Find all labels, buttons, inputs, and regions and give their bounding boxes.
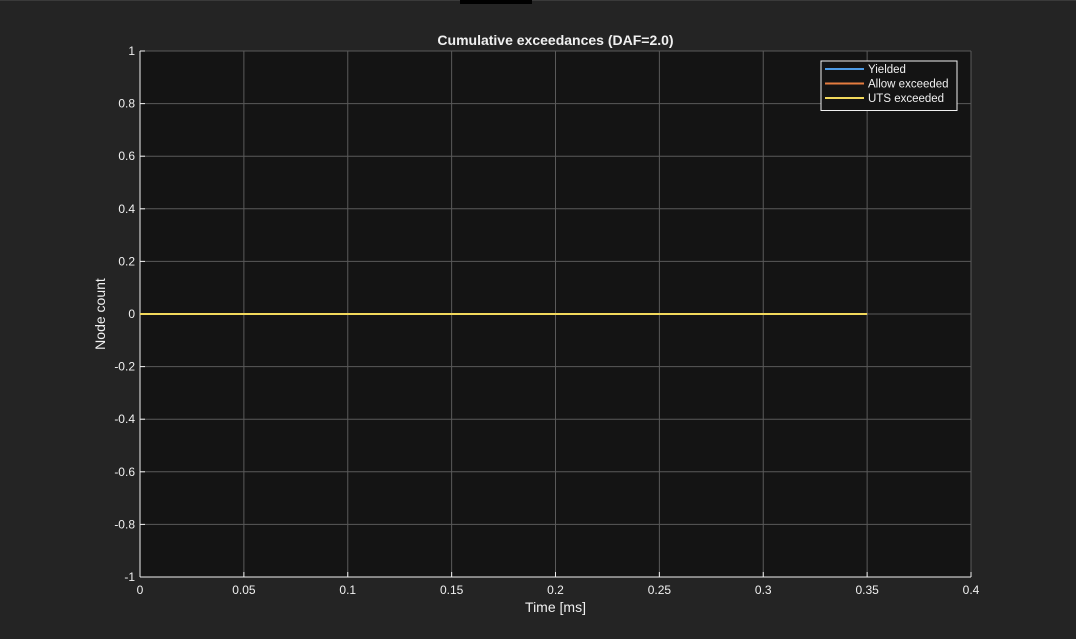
y-tick-label: -0.8 bbox=[114, 517, 135, 531]
legend-entry-label: Yielded bbox=[868, 64, 906, 76]
y-tick-label: 0.6 bbox=[118, 149, 135, 163]
y-tick-label: 0.8 bbox=[118, 97, 135, 111]
figure-window: 0 0.05 0.1 0.15 0.2 0.25 0.3 0.35 0.4 1 0.8 0.6 0.4… bbox=[0, 0, 1076, 639]
x-tick-label: 0 bbox=[137, 583, 144, 597]
x-tick-label: 0.25 bbox=[648, 583, 672, 597]
y-tick-label: -1 bbox=[124, 570, 135, 584]
y-tick-label: 0.4 bbox=[118, 202, 135, 216]
x-tick-label: 0.35 bbox=[855, 583, 879, 597]
y-tick-label: 0 bbox=[128, 307, 135, 321]
x-tick-label: 0.1 bbox=[339, 583, 356, 597]
x-tick-label: 0.2 bbox=[547, 583, 564, 597]
y-tick-label: -0.2 bbox=[114, 360, 135, 374]
y-tick-label: -0.4 bbox=[114, 412, 135, 426]
legend-entry-label: UTS exceeded bbox=[868, 93, 944, 105]
chart-canvas: 0 0.05 0.1 0.15 0.2 0.25 0.3 0.35 0.4 1 0.8 0.6 0.4… bbox=[92, 32, 980, 615]
chart-title: Cumulative exceedances (DAF=2.0) bbox=[437, 32, 673, 48]
x-tick-label: 0.15 bbox=[440, 583, 464, 597]
legend[interactable]: Yielded Allow exceeded UTS exceeded bbox=[820, 60, 958, 111]
x-tick-label: 0.4 bbox=[963, 583, 980, 597]
legend-entry-label: Allow exceeded bbox=[868, 79, 949, 91]
y-tick-label: -0.6 bbox=[114, 465, 135, 479]
y-tick-label: 0.2 bbox=[118, 254, 135, 268]
y-axis-label: Node count bbox=[92, 278, 108, 350]
x-tick-label: 0.3 bbox=[755, 583, 772, 597]
x-axis-label: Time [ms] bbox=[525, 599, 586, 615]
x-tick-label: 0.05 bbox=[232, 583, 256, 597]
y-tick-label: 1 bbox=[128, 44, 135, 58]
